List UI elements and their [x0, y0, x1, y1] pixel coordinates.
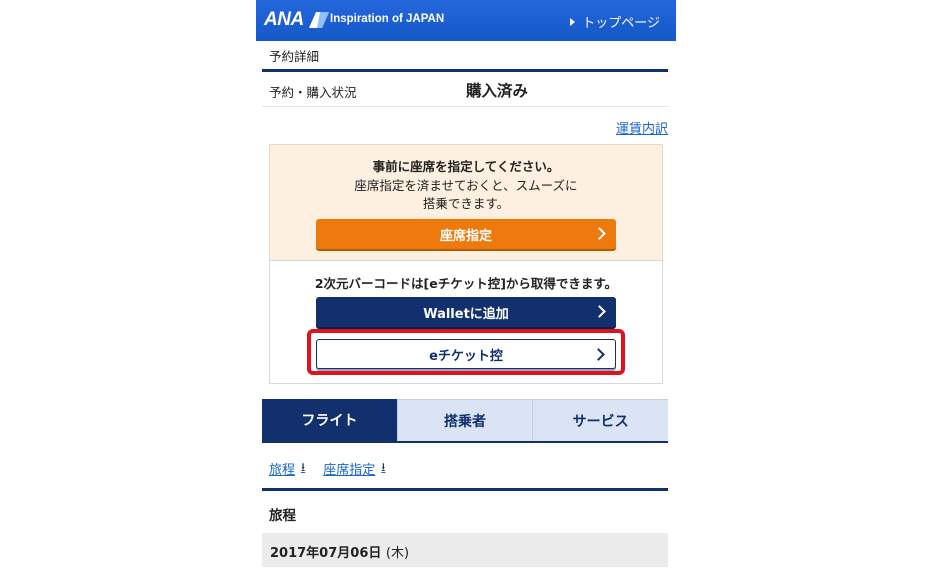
- seat-notice-line-2: 座席指定を済ませておくと、スムーズに: [354, 178, 578, 193]
- section-divider: [262, 69, 668, 72]
- chevron-right-icon: [593, 305, 606, 318]
- itinerary-title: 旅程: [269, 508, 296, 524]
- eticket-box: 2次元バーコードは[eチケット控]から取得できます。 Walletに追加 eチケ…: [269, 260, 663, 384]
- chevron-right-icon: [592, 348, 605, 361]
- chevron-right-icon: [593, 227, 606, 240]
- logo-text: ANA: [264, 9, 304, 30]
- anchor-links: 旅程 ⭳ 座席指定 ⭳: [269, 458, 403, 479]
- barcode-message: 2次元バーコードは[eチケット控]から取得できます。: [314, 276, 618, 291]
- seat-notice-box: 事前に座席を指定してください。 座席指定を済ませておくと、スムーズに 搭乗できま…: [269, 144, 663, 261]
- page-title: 予約詳細: [269, 49, 320, 64]
- seat-notice-line-3: 搭乗できます。: [422, 196, 510, 211]
- down-arrow-icon: ⭳: [301, 460, 306, 474]
- anchor-seat-label: 座席指定: [323, 463, 376, 478]
- itinerary-date: 2017年07月06日 (木): [270, 542, 409, 561]
- top-page-link[interactable]: トップページ: [570, 12, 660, 31]
- tab-flight[interactable]: フライト: [262, 399, 397, 441]
- add-to-wallet-label: Walletに追加: [423, 306, 509, 322]
- date-value: 2017年07月06日: [270, 546, 382, 561]
- ana-logo[interactable]: ANA: [264, 9, 331, 31]
- itinerary-divider: [262, 488, 668, 491]
- tab-underline: [262, 441, 668, 443]
- ana-logo-mark-icon: [308, 12, 329, 28]
- mobile-page: ANA Inspiration of JAPAN トップページ 予約詳細 予約・…: [256, 0, 676, 575]
- row-divider: [262, 106, 668, 107]
- tab-passengers[interactable]: 搭乗者: [396, 399, 533, 441]
- seat-select-label: 座席指定: [439, 228, 492, 244]
- top-page-label: トップページ: [582, 16, 660, 31]
- status-label: 予約・購入状況: [269, 85, 357, 100]
- tagline: Inspiration of JAPAN: [330, 13, 445, 25]
- status-value: 購入済み: [466, 82, 529, 100]
- anchor-itinerary[interactable]: 旅程 ⭳: [269, 458, 305, 479]
- eticket-receipt-label: eチケット控: [429, 348, 503, 364]
- tab-services[interactable]: サービス: [532, 399, 669, 441]
- day-of-week: (木): [385, 546, 410, 561]
- seat-select-button[interactable]: 座席指定: [316, 219, 616, 249]
- triangle-right-icon: [570, 17, 576, 26]
- itinerary-date-row: 2017年07月06日 (木): [262, 533, 668, 567]
- down-arrow-icon: ⭳: [381, 460, 386, 474]
- seat-notice-heading: 事前に座席を指定してください。: [372, 159, 560, 174]
- header-bar: ANA Inspiration of JAPAN トップページ: [256, 0, 676, 41]
- eticket-receipt-button[interactable]: eチケット控: [316, 339, 616, 369]
- detail-tabs: フライト 搭乗者 サービス: [262, 399, 669, 441]
- anchor-seat-selection[interactable]: 座席指定 ⭳: [323, 458, 385, 479]
- anchor-itinerary-label: 旅程: [269, 463, 296, 478]
- fare-breakdown-link[interactable]: 運賃内訳: [616, 118, 668, 137]
- add-to-wallet-button[interactable]: Walletに追加: [316, 297, 616, 327]
